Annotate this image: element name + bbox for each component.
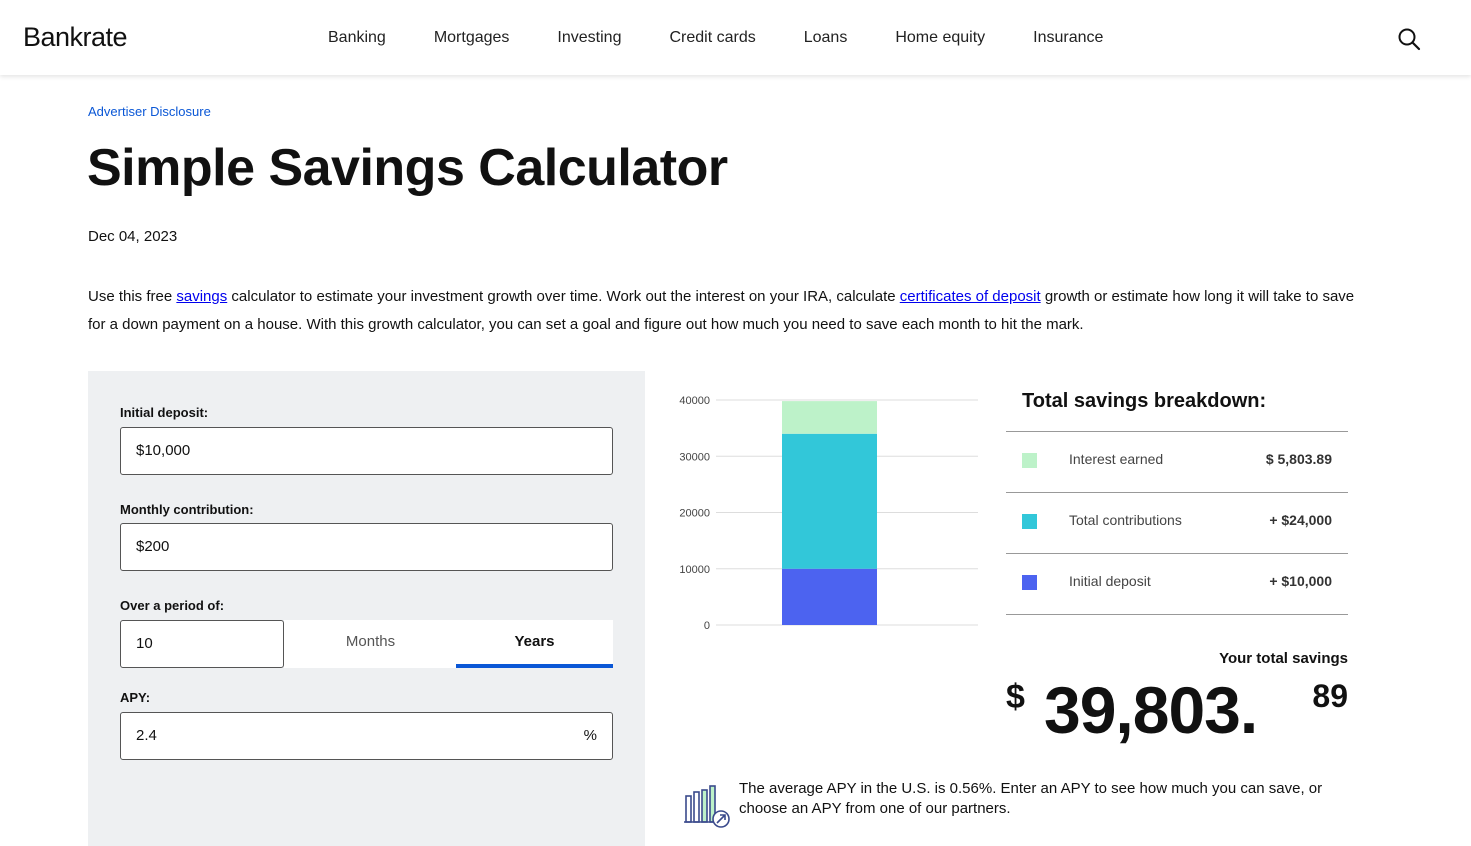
initial-swatch — [1022, 575, 1037, 590]
divider — [1006, 614, 1348, 615]
period-label: Over a period of: — [120, 598, 225, 613]
y-tick-label: 30000 — [679, 451, 710, 463]
total-cents: 89 — [1312, 678, 1348, 714]
bar-segment-total-contributions — [782, 433, 877, 569]
certificates-of-deposit-link[interactable]: certificates of deposit — [900, 288, 1041, 305]
initial-value: + $10,000 — [1269, 573, 1332, 589]
contributions-swatch — [1022, 514, 1037, 529]
main-nav: Banking Mortgages Investing Credit cards… — [328, 29, 1103, 47]
bar-chart-icon — [684, 785, 730, 828]
nav-mortgages[interactable]: Mortgages — [434, 29, 510, 47]
nav-loans[interactable]: Loans — [804, 29, 848, 47]
nav-banking[interactable]: Banking — [328, 29, 386, 47]
breakdown-row-contributions: Total contributions + $24,000 — [1006, 492, 1348, 552]
publish-date: Dec 04, 2023 — [88, 228, 178, 245]
nav-credit-cards[interactable]: Credit cards — [669, 29, 755, 47]
apy-input[interactable]: 2.4% — [120, 712, 613, 760]
percent-suffix: % — [583, 727, 597, 744]
search-icon[interactable] — [1397, 27, 1421, 51]
bankrate-logo[interactable]: Bankrate — [23, 22, 128, 53]
months-option[interactable]: Months — [292, 620, 449, 668]
years-option[interactable]: Years — [456, 620, 613, 668]
total-whole: 39,803. — [1044, 673, 1258, 747]
breakdown-title: Total savings breakdown: — [1022, 390, 1267, 412]
average-apy-note: The average APY in the U.S. is 0.56%. En… — [739, 780, 1323, 817]
apy-value: 2.4 — [136, 727, 157, 744]
monthly-contribution-label: Monthly contribution: — [120, 502, 254, 517]
bar-segment-interest-earned — [782, 401, 877, 434]
savings-link[interactable]: savings — [176, 288, 227, 305]
advertiser-disclosure-link[interactable]: Advertiser Disclosure — [88, 104, 211, 119]
y-tick-label: 0 — [704, 620, 710, 632]
y-tick-label: 20000 — [679, 508, 710, 520]
interest-value: $ 5,803.89 — [1265, 451, 1332, 467]
initial-deposit-input[interactable]: $10,000 — [120, 427, 613, 475]
total-savings-label: Your total savings — [1219, 650, 1348, 667]
y-tick-label: 10000 — [679, 564, 710, 576]
total-savings-amount: $ 39,803. 89 — [1006, 672, 1348, 752]
bar-segment-initial-deposit — [782, 568, 877, 625]
breakdown-row-interest: Interest earned $ 5,803.89 — [1006, 431, 1348, 491]
interest-swatch — [1022, 453, 1037, 468]
nav-investing[interactable]: Investing — [557, 29, 621, 47]
period-unit-toggle: Months Years — [284, 620, 613, 668]
site-header: Bankrate Banking Mortgages Investing Cre… — [0, 0, 1471, 75]
page-title: Simple Savings Calculator — [87, 139, 728, 197]
currency-symbol: $ — [1006, 678, 1025, 716]
contributions-label: Total contributions — [1069, 512, 1182, 528]
intro-paragraph: Use this free savings calculator to esti… — [88, 288, 1355, 333]
apy-label: APY: — [120, 690, 151, 705]
nav-home-equity[interactable]: Home equity — [895, 29, 985, 47]
period-input[interactable]: 10 — [120, 620, 284, 668]
nav-insurance[interactable]: Insurance — [1033, 29, 1103, 47]
y-tick-label: 40000 — [679, 395, 710, 407]
monthly-contribution-input[interactable]: $200 — [120, 523, 613, 571]
breakdown-row-initial: Initial deposit + $10,000 — [1006, 553, 1348, 613]
initial-deposit-label: Initial deposit: — [120, 405, 209, 420]
interest-label: Interest earned — [1069, 451, 1164, 467]
savings-stacked-bar-chart: 40000 30000 20000 10000 0 — [679, 395, 978, 632]
contributions-value: + $24,000 — [1269, 512, 1332, 528]
initial-label: Initial deposit — [1069, 573, 1151, 589]
